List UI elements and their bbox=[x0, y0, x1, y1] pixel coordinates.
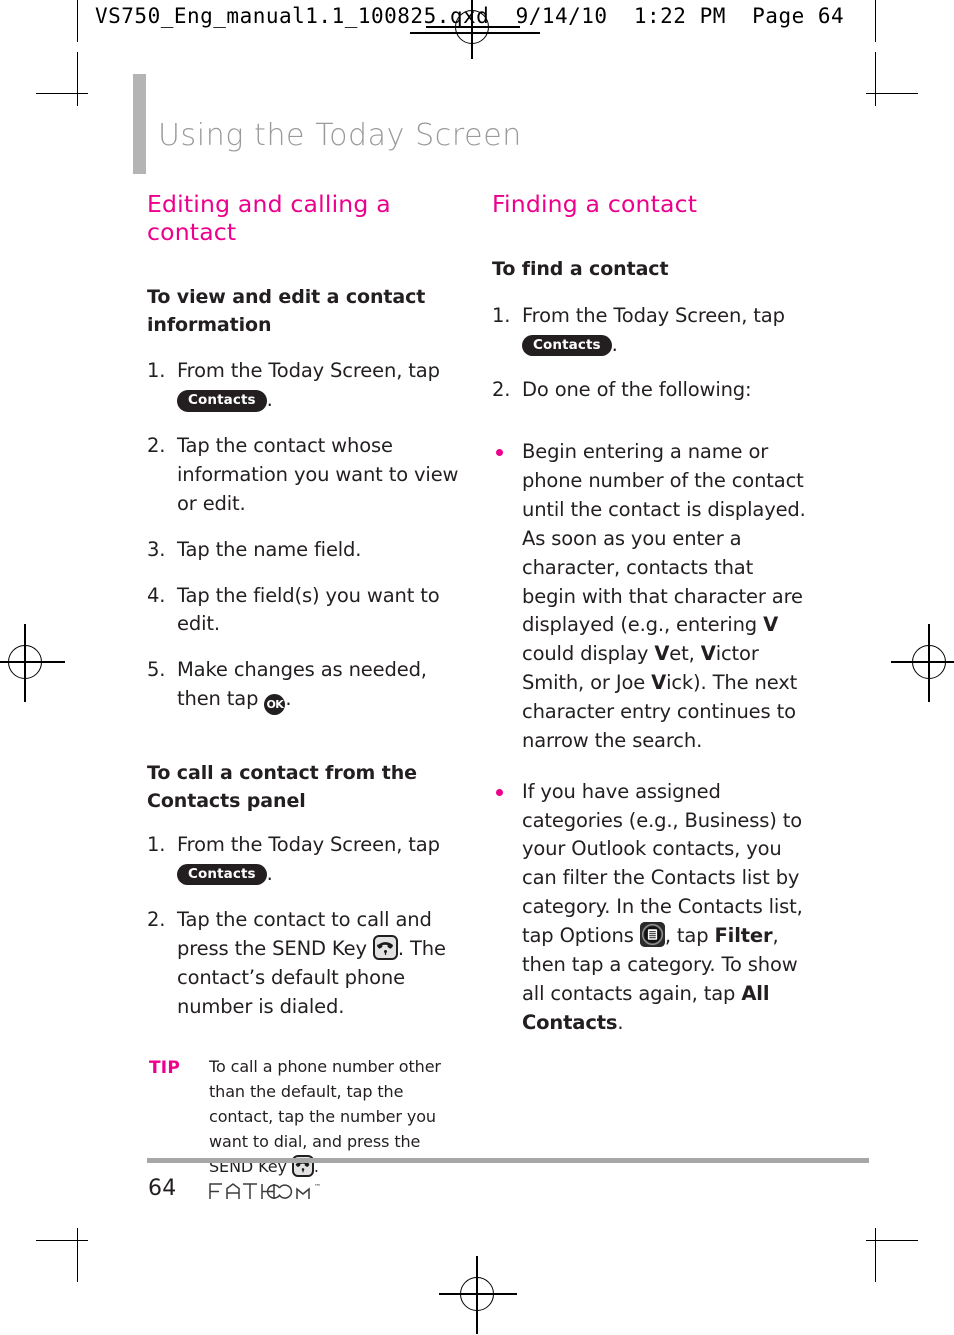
right-column: Finding a contact To find a contact 1. Fr… bbox=[492, 190, 807, 1060]
step-text-tail: . bbox=[266, 388, 273, 412]
step-number: 1. bbox=[147, 359, 166, 383]
contacts-pill-icon[interactable]: Contacts bbox=[522, 334, 612, 356]
bullet-item: If you have assigned categories (e.g., B… bbox=[492, 778, 807, 1038]
bullet-dot-icon bbox=[496, 449, 503, 457]
crop-mark-top-right-horizontal bbox=[866, 93, 918, 95]
slug-right-rule bbox=[875, 0, 877, 42]
step-number: 2. bbox=[492, 378, 511, 402]
left-column: Editing and calling a contact To view an… bbox=[147, 190, 462, 1179]
bullet-text-seg3: et, bbox=[669, 642, 701, 666]
step-text: From the Today Screen, tap bbox=[177, 359, 440, 383]
step-item: 3. Tap the name field. bbox=[147, 536, 462, 565]
send-key-icon[interactable] bbox=[372, 934, 398, 960]
bullet-dot-icon bbox=[496, 788, 503, 796]
footer-rule bbox=[147, 1158, 869, 1163]
page-title-accent-bar bbox=[133, 74, 146, 174]
contacts-pill-icon[interactable]: Contacts bbox=[177, 864, 267, 886]
registration-mark-left bbox=[0, 624, 65, 702]
tip-label: TIP bbox=[149, 1058, 180, 1079]
contacts-pill-icon[interactable]: Contacts bbox=[177, 390, 267, 412]
step-text: Tap the field(s) you want to edit. bbox=[177, 583, 440, 636]
step-text: From the Today Screen, tap bbox=[177, 833, 440, 857]
step-text: Tap the name field. bbox=[177, 537, 362, 561]
step-item: 1. From the Today Screen, tap Contacts. bbox=[147, 831, 462, 889]
page-number: 64 bbox=[148, 1176, 177, 1201]
bullet-bold-v3: V bbox=[700, 642, 716, 666]
step-number: 5. bbox=[147, 658, 166, 682]
bullet-bold-v2: V bbox=[654, 642, 670, 666]
step-number: 2. bbox=[147, 434, 166, 458]
bullet-bold-filter: Filter bbox=[714, 924, 773, 948]
step-text-tail: . bbox=[611, 332, 618, 356]
bullet-text-seg2: , tap bbox=[664, 924, 715, 948]
sub-heading-call-from-contacts-panel: To call a contact from the Contacts pane… bbox=[147, 762, 417, 812]
step-text-tail: . bbox=[285, 687, 292, 711]
step-item: 5. Make changes as needed, then tap OK. bbox=[147, 656, 462, 716]
step-number: 1. bbox=[492, 303, 511, 327]
step-number: 1. bbox=[147, 833, 166, 857]
step-text: Make changes as needed, then tap bbox=[177, 658, 427, 711]
step-text-tail: . bbox=[266, 862, 273, 886]
trademark-symbol: ™ bbox=[314, 1183, 321, 1191]
step-number: 3. bbox=[147, 537, 166, 561]
ok-button-icon[interactable]: OK bbox=[264, 694, 286, 716]
section-heading-editing-calling: Editing and calling a contact bbox=[147, 190, 391, 247]
sub-heading-find-a-contact: To find a contact bbox=[492, 258, 669, 281]
step-item: 1. From the Today Screen, tap Contacts. bbox=[492, 302, 807, 360]
step-item: 1. From the Today Screen, tap Contacts. bbox=[147, 357, 462, 415]
bullet-text-seg4: . bbox=[617, 1010, 624, 1034]
sub-heading-view-edit-contact: To view and edit a contact information bbox=[147, 286, 426, 336]
step-number: 4. bbox=[147, 583, 166, 607]
step-item: 4. Tap the field(s) you want to edit. bbox=[147, 582, 462, 640]
crop-mark-bottom-left-horizontal bbox=[36, 1240, 88, 1242]
crop-mark-bottom-left-vertical bbox=[77, 1228, 79, 1282]
slug-left-rule bbox=[77, 0, 79, 42]
fathom-logo: ™ bbox=[208, 1180, 326, 1200]
slug-header-text: VS750_Eng_manual1.1_100825.qxd 9/14/10 1… bbox=[95, 4, 845, 28]
section-heading-finding-contact: Finding a contact bbox=[492, 190, 698, 218]
step-item: 2. Tap the contact whose information you … bbox=[147, 432, 462, 519]
page-title: Using the Today Screen bbox=[158, 118, 522, 153]
bullet-text-seg1: Begin entering a name or phone number of… bbox=[522, 440, 806, 637]
step-item: 2. Do one of the following: bbox=[492, 376, 807, 405]
crop-mark-top-left-horizontal bbox=[36, 93, 88, 95]
bullet-text-seg2: could display bbox=[522, 642, 655, 666]
bullet-bold-v4: V bbox=[651, 671, 667, 695]
step-item: 2. Tap the contact to call and press the … bbox=[147, 906, 462, 1021]
crop-mark-top-right-vertical bbox=[875, 52, 877, 106]
bullet-item: Begin entering a name or phone number of… bbox=[492, 438, 807, 755]
bullet-bold-v1: V bbox=[763, 613, 779, 637]
options-menu-icon[interactable] bbox=[639, 922, 665, 948]
step-number: 2. bbox=[147, 908, 166, 932]
crop-mark-bottom-right-horizontal bbox=[866, 1240, 918, 1242]
step-text: From the Today Screen, tap bbox=[522, 303, 785, 327]
crop-mark-bottom-right-vertical bbox=[875, 1228, 877, 1282]
registration-mark-bottom bbox=[439, 1256, 517, 1334]
registration-mark-right bbox=[891, 624, 954, 702]
step-text: Tap the contact whose information you wa… bbox=[177, 434, 459, 515]
crop-mark-top-left-vertical bbox=[77, 52, 79, 106]
step-text: Do one of the following: bbox=[522, 378, 752, 402]
